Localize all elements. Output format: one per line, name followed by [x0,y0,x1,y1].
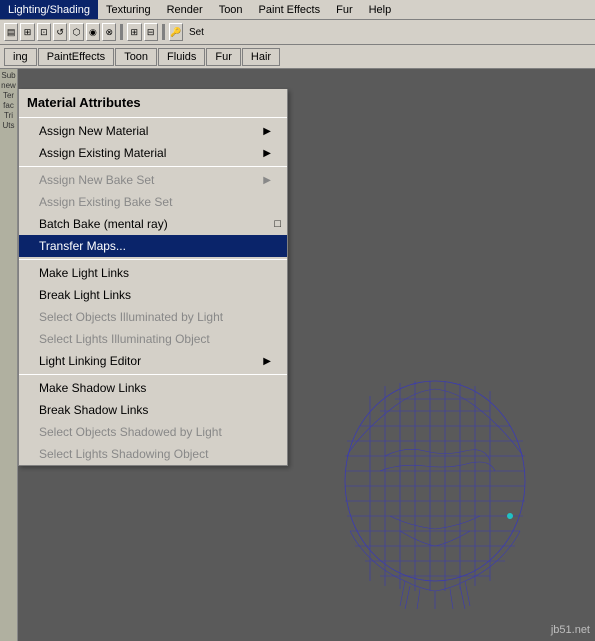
sidebar-label-sub: Sub [1,71,15,80]
menu-assign-existing-bake-set: Assign Existing Bake Set [19,191,287,213]
menu-select-lights-shadowing: Select Lights Shadowing Object [19,443,287,465]
menubar: Lighting/Shading Texturing Render Toon P… [0,0,595,20]
batch-icon: □ [274,218,281,230]
sidebar-label-new: new [1,81,16,90]
menu-make-light-links[interactable]: Make Light Links [19,262,287,284]
arrow-icon: ▶ [263,126,271,137]
toolbar-btn-2[interactable]: ⊞ [20,23,34,41]
main-area: Sub new Ter fac Tri Uts [0,69,595,641]
sidebar-label-ter: Ter [3,91,14,100]
menu-make-shadow-links[interactable]: Make Shadow Links [19,377,287,399]
menu-lighting-shading[interactable]: Lighting/Shading [0,0,98,19]
menu-transfer-maps[interactable]: Transfer Maps... [19,235,287,257]
menu-assign-new-bake-set: Assign New Bake Set ▶ [19,169,287,191]
arrow-icon-2: ▶ [263,148,271,159]
head-wireframe [325,371,545,611]
arrow-icon-3: ▶ [263,175,271,186]
toolbar1: ▤ ⊞ ⊡ ↺ ⬡ ◉ ⊗ ⊞ ⊟ 🔑 Set [0,20,595,45]
toolbar2: ing PaintEffects Toon Fluids Fur Hair [0,45,595,69]
toolbar-btn-8[interactable]: ⊞ [127,23,141,41]
toolbar-btn-5[interactable]: ⬡ [69,23,83,41]
menu-material-attributes[interactable]: Material Attributes [19,89,287,115]
tab-ing[interactable]: ing [4,48,37,66]
tab-hair[interactable]: Hair [242,48,280,66]
menu-toon[interactable]: Toon [211,0,251,19]
menu-select-objects-illuminated: Select Objects Illuminated by Light [19,306,287,328]
toolbar-btn-1[interactable]: ▤ [4,23,18,41]
sidebar-label-tri: Tri [4,111,13,120]
toolbar-btn-7[interactable]: ⊗ [102,23,116,41]
menu-paint-effects[interactable]: Paint Effects [251,0,329,19]
menu-batch-bake[interactable]: Batch Bake (mental ray) □ [19,213,287,235]
arrow-icon-4: ▶ [263,356,271,367]
sidebar: Sub new Ter fac Tri Uts [0,69,18,641]
separator-3 [19,259,287,260]
toolbar-btn-4[interactable]: ↺ [53,23,67,41]
toolbar-btn-6[interactable]: ◉ [86,23,100,41]
menu-select-objects-shadowed: Select Objects Shadowed by Light [19,421,287,443]
menu-assign-new-material[interactable]: Assign New Material ▶ [19,120,287,142]
watermark: jb51.net [551,624,590,636]
separator-2 [19,166,287,167]
menu-render[interactable]: Render [159,0,211,19]
menu-select-lights-illuminating: Select Lights Illuminating Object [19,328,287,350]
tab-toon[interactable]: Toon [115,48,157,66]
toolbar-btn-10[interactable]: 🔑 [169,23,183,41]
dropdown-menu: Material Attributes Assign New Material … [18,89,288,466]
menu-light-linking-editor[interactable]: Light Linking Editor ▶ [19,350,287,372]
toolbar-btn-3[interactable]: ⊡ [37,23,51,41]
menu-assign-existing-material[interactable]: Assign Existing Material ▶ [19,142,287,164]
set-label: Set [189,27,204,38]
sidebar-label-fac: fac [3,101,14,110]
tab-fur[interactable]: Fur [206,48,241,66]
menu-texturing[interactable]: Texturing [98,0,159,19]
sidebar-label-uts: Uts [3,121,15,130]
tab-fluids[interactable]: Fluids [158,48,205,66]
tab-painteffects[interactable]: PaintEffects [38,48,115,66]
menu-break-light-links[interactable]: Break Light Links [19,284,287,306]
toolbar-btn-9[interactable]: ⊟ [144,23,158,41]
separator-1 [19,117,287,118]
menu-fur[interactable]: Fur [328,0,361,19]
separator-4 [19,374,287,375]
menu-help[interactable]: Help [361,0,400,19]
canvas-area: Material Attributes Assign New Material … [18,69,595,641]
menu-break-shadow-links[interactable]: Break Shadow Links [19,399,287,421]
